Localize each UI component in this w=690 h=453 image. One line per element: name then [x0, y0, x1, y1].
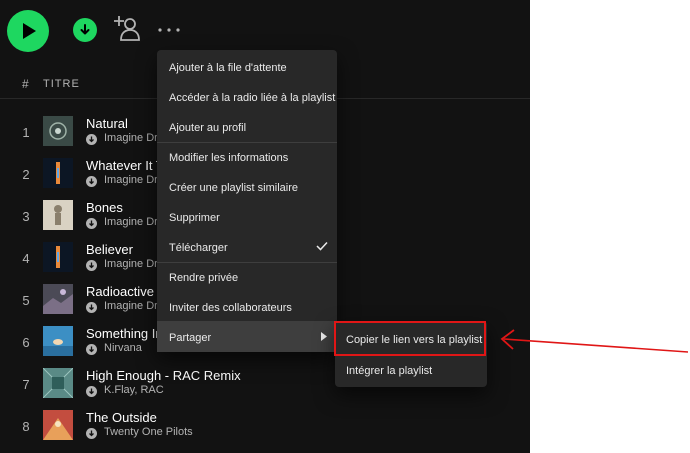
- album-cover: [43, 200, 73, 230]
- track-number: 8: [22, 419, 30, 434]
- downloaded-icon: [86, 428, 97, 439]
- annotation-highlight-box: [334, 321, 486, 356]
- download-icon: [80, 24, 90, 35]
- track-title[interactable]: Something In: [86, 326, 163, 341]
- track-artist[interactable]: Imagine Dr: [104, 174, 158, 186]
- menu-item-label: Ajouter à la file d'attente: [169, 62, 287, 74]
- track-number: 6: [22, 335, 30, 350]
- downloaded-icon: [86, 176, 97, 187]
- track-title[interactable]: The Outside: [86, 410, 157, 425]
- album-cover: [43, 410, 73, 440]
- track-title[interactable]: Bones: [86, 200, 123, 215]
- downloaded-icon: [86, 386, 97, 397]
- track-row[interactable]: 8 The Outside Twenty One Pilots: [0, 408, 530, 450]
- menu-item-delete[interactable]: Supprimer: [157, 202, 337, 232]
- menu-item-add-to-queue[interactable]: Ajouter à la file d'attente: [157, 52, 337, 82]
- album-cover: [43, 242, 73, 272]
- downloaded-icon: [86, 134, 97, 145]
- album-cover: [43, 368, 73, 398]
- column-number-header: #: [22, 77, 29, 91]
- track-number: 2: [22, 167, 30, 182]
- track-artist[interactable]: Twenty One Pilots: [104, 426, 193, 438]
- track-artist[interactable]: Nirvana: [104, 342, 142, 354]
- menu-item-label: Créer une playlist similaire: [169, 182, 298, 194]
- album-cover: [43, 326, 73, 356]
- album-cover: [43, 158, 73, 188]
- menu-item-add-to-profile[interactable]: Ajouter au profil: [157, 112, 337, 142]
- downloaded-icon: [86, 218, 97, 229]
- track-title[interactable]: Whatever It T: [86, 158, 164, 173]
- menu-item-create-similar[interactable]: Créer une playlist similaire: [157, 172, 337, 202]
- menu-item-edit-details[interactable]: Modifier les informations: [157, 142, 337, 172]
- downloaded-icon: [86, 302, 97, 313]
- track-number: 3: [22, 209, 30, 224]
- track-artist[interactable]: Imagine Dr: [104, 300, 158, 312]
- menu-item-make-private[interactable]: Rendre privée: [157, 262, 337, 292]
- track-title[interactable]: Natural: [86, 116, 128, 131]
- add-user-icon: [114, 16, 140, 41]
- downloaded-icon: [86, 344, 97, 355]
- track-artist[interactable]: K.Flay, RAC: [104, 384, 164, 396]
- download-button[interactable]: [73, 18, 97, 42]
- album-cover: [43, 284, 73, 314]
- track-title[interactable]: Radioactive: [86, 284, 154, 299]
- more-options-icon: [158, 28, 180, 32]
- menu-item-go-to-radio[interactable]: Accéder à la radio liée à la playlist: [157, 82, 337, 112]
- add-collaborator-button[interactable]: [113, 15, 141, 43]
- track-number: 5: [22, 293, 30, 308]
- menu-item-label: Télécharger: [169, 242, 228, 254]
- menu-item-share[interactable]: Partager: [157, 322, 337, 352]
- menu-item-invite-collaborators[interactable]: Inviter des collaborateurs: [157, 292, 337, 322]
- menu-item-label: Ajouter au profil: [169, 122, 247, 134]
- more-options-button[interactable]: [156, 20, 182, 40]
- album-cover: [43, 116, 73, 146]
- track-number: 1: [22, 125, 30, 140]
- submenu-item-embed[interactable]: Intégrer la playlist: [335, 355, 487, 385]
- track-number: 4: [22, 251, 30, 266]
- menu-item-label: Inviter des collaborateurs: [169, 302, 292, 314]
- checkmark-icon: [316, 241, 328, 251]
- track-title[interactable]: High Enough - RAC Remix: [86, 368, 241, 383]
- play-button[interactable]: [7, 10, 49, 52]
- playlist-context-menu: Ajouter à la file d'attente Accéder à la…: [157, 50, 337, 352]
- menu-item-label: Rendre privée: [169, 272, 239, 284]
- annotation-arrow-icon: [500, 329, 688, 353]
- track-artist[interactable]: Imagine Dr: [104, 216, 158, 228]
- menu-item-label: Modifier les informations: [169, 152, 289, 164]
- track-artist[interactable]: Imagine Dr: [104, 258, 158, 270]
- menu-item-label: Accéder à la radio liée à la playlist: [169, 92, 336, 104]
- submenu-item-label: Intégrer la playlist: [346, 365, 433, 377]
- menu-item-label: Partager: [169, 332, 212, 344]
- track-title[interactable]: Believer: [86, 242, 133, 257]
- menu-item-download[interactable]: Télécharger: [157, 232, 337, 262]
- track-artist[interactable]: Imagine Dr: [104, 132, 158, 144]
- play-icon: [23, 23, 36, 39]
- column-title-header[interactable]: TITRE: [43, 78, 80, 90]
- track-number: 7: [22, 377, 30, 392]
- caret-right-icon: [321, 332, 327, 341]
- playlist-view: # TITRE 1 Natural Imagine Dr 2 Whatever …: [0, 0, 530, 453]
- menu-item-label: Supprimer: [169, 212, 220, 224]
- downloaded-icon: [86, 260, 97, 271]
